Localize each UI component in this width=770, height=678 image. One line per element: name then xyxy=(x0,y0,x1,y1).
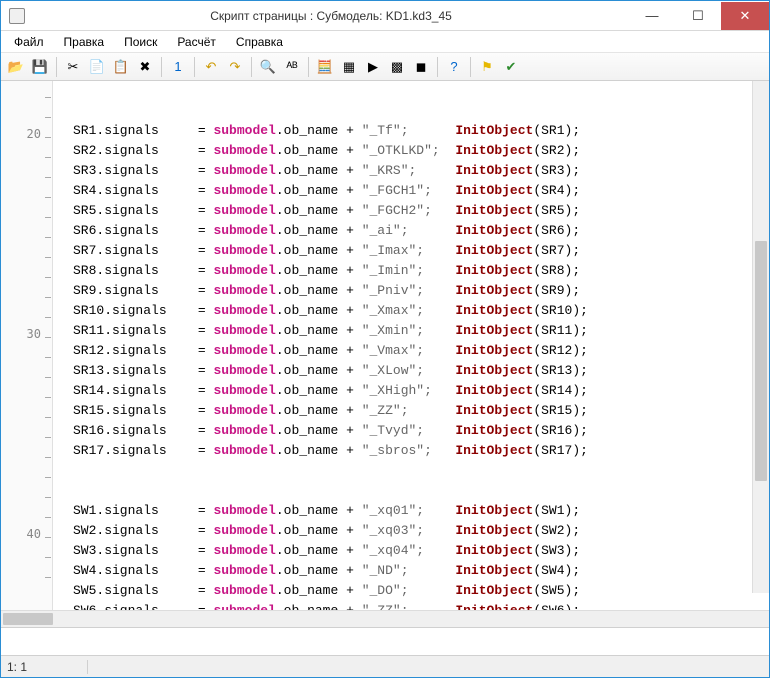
window-title: Скрипт страницы : Субмодель: KD1.kd3_45 xyxy=(33,9,629,23)
code-line[interactable]: SR5.signals = submodel.ob_name + "_FGCH2… xyxy=(73,201,769,221)
toolbar-separator xyxy=(161,57,162,77)
code-line[interactable]: SR10.signals = submodel.ob_name + "_Xmax… xyxy=(73,301,769,321)
horizontal-scrollbar[interactable] xyxy=(1,610,769,627)
code-line[interactable]: SR13.signals = submodel.ob_name + "_XLow… xyxy=(73,361,769,381)
statusbar: 1: 1 xyxy=(1,655,769,677)
code-line[interactable]: SW5.signals = submodel.ob_name + "_DO"; … xyxy=(73,581,769,601)
trace-icon[interactable]: ▩ xyxy=(386,56,408,78)
code-content[interactable]: SR1.signals = submodel.ob_name + "_Tf"; … xyxy=(1,81,769,610)
redo-icon[interactable]: ↷ xyxy=(224,56,246,78)
vertical-scroll-thumb[interactable] xyxy=(755,241,767,481)
toolbar-separator xyxy=(194,57,195,77)
check-icon[interactable]: ✔ xyxy=(500,56,522,78)
wizard-icon[interactable]: ⚑ xyxy=(476,56,498,78)
titlebar: Скрипт страницы : Субмодель: KD1.kd3_45 … xyxy=(1,1,769,31)
menu-item[interactable]: Правка xyxy=(55,33,114,51)
app-icon xyxy=(9,8,25,24)
code-line[interactable]: SW3.signals = submodel.ob_name + "_xq04"… xyxy=(73,541,769,561)
code-line[interactable]: SR14.signals = submodel.ob_name + "_XHig… xyxy=(73,381,769,401)
open-icon[interactable]: 📂 xyxy=(5,56,27,78)
code-line[interactable]: SR11.signals = submodel.ob_name + "_Xmin… xyxy=(73,321,769,341)
minimize-button[interactable]: — xyxy=(629,2,675,30)
toolbar-separator xyxy=(251,57,252,77)
bookmark-icon[interactable]: 1 xyxy=(167,56,189,78)
find-icon[interactable]: 🔍 xyxy=(257,56,279,78)
code-line[interactable]: SW2.signals = submodel.ob_name + "_xq03"… xyxy=(73,521,769,541)
code-line[interactable] xyxy=(73,461,769,481)
horizontal-scroll-thumb[interactable] xyxy=(3,613,53,625)
editor-area: 203040 SR1.signals = submodel.ob_name + … xyxy=(1,81,769,655)
code-line[interactable]: SR2.signals = submodel.ob_name + "_OTKLK… xyxy=(73,141,769,161)
code-line[interactable]: SR9.signals = submodel.ob_name + "_Pniv"… xyxy=(73,281,769,301)
toolbar-separator xyxy=(56,57,57,77)
copy-icon[interactable]: 📄 xyxy=(86,56,108,78)
output-panel xyxy=(1,627,769,655)
toolbar: 📂💾 ✂📄📋✖ 1 ↶↷ 🔍ᴬᴮ 🧮▦▶▩◼? ⚑✔ xyxy=(1,53,769,81)
code-viewport[interactable]: 203040 SR1.signals = submodel.ob_name + … xyxy=(1,81,769,610)
run-icon[interactable]: ▶ xyxy=(362,56,384,78)
close-button[interactable]: ✕ xyxy=(721,2,769,30)
code-line[interactable]: SR15.signals = submodel.ob_name + "_ZZ";… xyxy=(73,401,769,421)
toolbar-separator xyxy=(437,57,438,77)
vertical-scrollbar[interactable] xyxy=(752,81,769,593)
menu-item[interactable]: Справка xyxy=(227,33,292,51)
toolbar-separator xyxy=(470,57,471,77)
cursor-position: 1: 1 xyxy=(7,660,88,674)
cut-icon[interactable]: ✂ xyxy=(62,56,84,78)
code-line[interactable]: SR16.signals = submodel.ob_name + "_Tvyd… xyxy=(73,421,769,441)
code-line[interactable]: SW1.signals = submodel.ob_name + "_xq01"… xyxy=(73,501,769,521)
stop-icon[interactable]: ◼ xyxy=(410,56,432,78)
code-line[interactable]: SR3.signals = submodel.ob_name + "_KRS";… xyxy=(73,161,769,181)
save-icon[interactable]: 💾 xyxy=(29,56,51,78)
code-line[interactable]: SW4.signals = submodel.ob_name + "_ND"; … xyxy=(73,561,769,581)
header-icon[interactable]: ▦ xyxy=(338,56,360,78)
menu-item[interactable]: Расчёт xyxy=(168,33,225,51)
code-line[interactable]: SR12.signals = submodel.ob_name + "_Vmax… xyxy=(73,341,769,361)
code-line[interactable]: SR7.signals = submodel.ob_name + "_Imax"… xyxy=(73,241,769,261)
code-line[interactable]: SR6.signals = submodel.ob_name + "_ai"; … xyxy=(73,221,769,241)
paste-icon[interactable]: 📋 xyxy=(110,56,132,78)
code-line[interactable]: SR1.signals = submodel.ob_name + "_Tf"; … xyxy=(73,121,769,141)
calc-icon[interactable]: 🧮 xyxy=(314,56,336,78)
menu-item[interactable]: Файл xyxy=(5,33,53,51)
window-buttons: — ☐ ✕ xyxy=(629,2,769,30)
code-line[interactable] xyxy=(73,481,769,501)
toolbar-separator xyxy=(308,57,309,77)
undo-icon[interactable]: ↶ xyxy=(200,56,222,78)
maximize-button[interactable]: ☐ xyxy=(675,2,721,30)
replace-icon[interactable]: ᴬᴮ xyxy=(281,56,303,78)
menubar: ФайлПравкаПоискРасчётСправка xyxy=(1,31,769,53)
code-line[interactable]: SR17.signals = submodel.ob_name + "_sbro… xyxy=(73,441,769,461)
editor-window: Скрипт страницы : Субмодель: KD1.kd3_45 … xyxy=(0,0,770,678)
code-line[interactable]: SW6.signals = submodel.ob_name + "_ZZ"; … xyxy=(73,601,769,610)
code-line[interactable]: SR8.signals = submodel.ob_name + "_Imin"… xyxy=(73,261,769,281)
code-line[interactable]: SR4.signals = submodel.ob_name + "_FGCH1… xyxy=(73,181,769,201)
help-icon[interactable]: ? xyxy=(443,56,465,78)
menu-item[interactable]: Поиск xyxy=(115,33,166,51)
delete-icon[interactable]: ✖ xyxy=(134,56,156,78)
